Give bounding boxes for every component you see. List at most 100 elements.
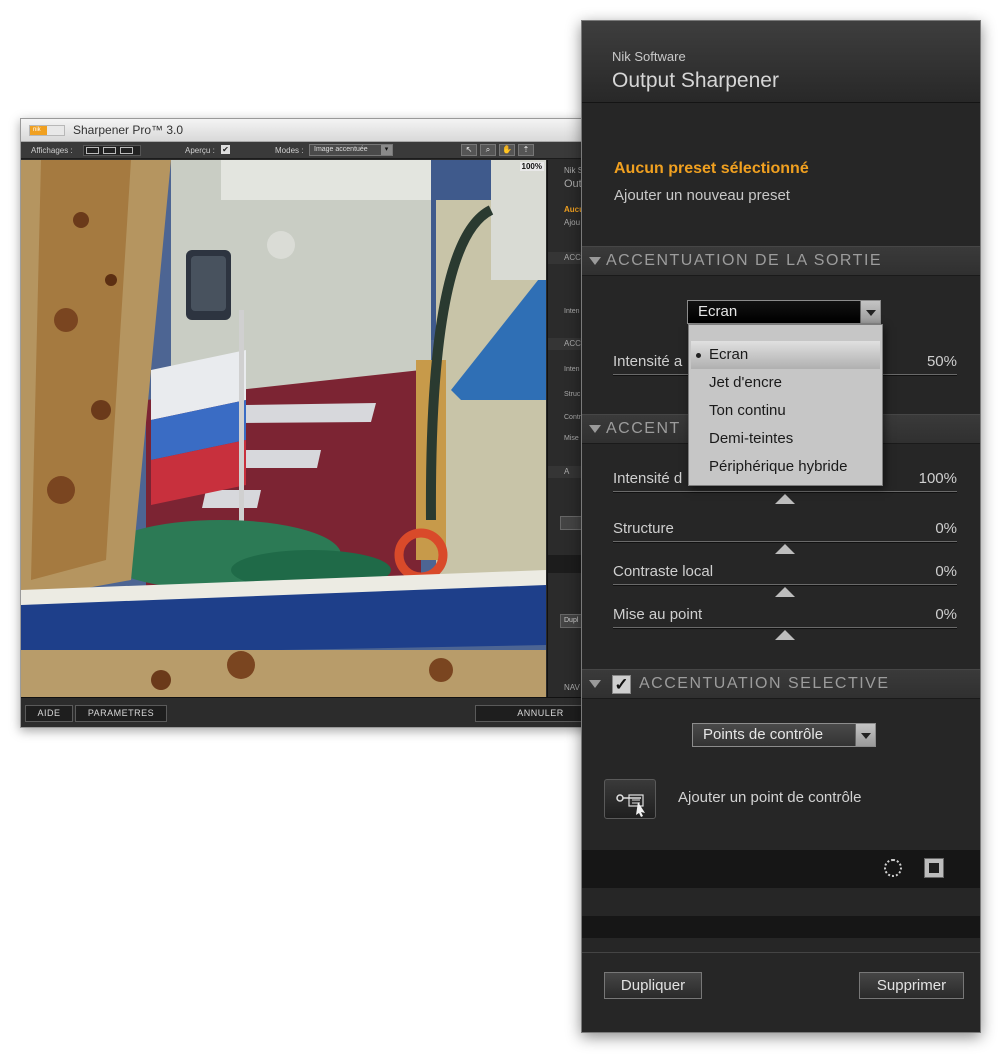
- hand-tool-icon[interactable]: ✋: [499, 144, 515, 156]
- slider-value: 0%: [935, 606, 957, 623]
- section-selective-sharpening[interactable]: ✓ ACCENTUATION SELECTIVE: [582, 669, 980, 699]
- preview-label: Aperçu :: [185, 146, 215, 155]
- slider-value: 100%: [918, 470, 957, 487]
- preset-status[interactable]: Aucun preset sélectionné: [614, 160, 809, 178]
- delete-button[interactable]: Supprimer: [859, 972, 964, 999]
- dotted-circle-icon[interactable]: [884, 859, 902, 877]
- split-view-icon[interactable]: [103, 147, 116, 154]
- list-spacer: [582, 888, 980, 916]
- brand-name: Nik Software: [612, 49, 686, 64]
- peek-section-creative: ACC: [564, 339, 581, 348]
- mode-select[interactable]: Image accentuée ▾: [309, 144, 393, 156]
- chevron-down-icon: ▾: [381, 145, 392, 155]
- slider-thumb[interactable]: [775, 587, 795, 597]
- add-preset-link[interactable]: Ajouter un nouveau preset: [614, 187, 790, 204]
- selective-checkbox[interactable]: ✓: [612, 675, 631, 694]
- section-creative-title: ACCENT: [606, 420, 681, 437]
- section-selective-title: ACCENTUATION SELECTIVE: [639, 675, 890, 692]
- preset-area: Aucun preset sélectionné Ajouter un nouv…: [582, 103, 980, 246]
- slider-thumb[interactable]: [775, 544, 795, 554]
- panel-title: Output Sharpener: [612, 69, 779, 92]
- pointer-tool-icon[interactable]: ↖: [461, 144, 477, 156]
- slider-track[interactable]: [613, 584, 957, 586]
- selected-dot-icon: [696, 353, 701, 358]
- local-contrast-slider[interactable]: Contraste local 0%: [613, 563, 957, 603]
- section-output-title: ACCENTUATION DE LA SORTIE: [606, 252, 883, 269]
- list-row: [582, 916, 980, 938]
- add-control-point-button[interactable]: [604, 779, 656, 819]
- menu-item-jet-d-encre[interactable]: Jet d'encre: [689, 369, 882, 397]
- view-mode-switcher[interactable]: [83, 145, 141, 156]
- panel-header: Nik Software Output Sharpener: [582, 21, 980, 103]
- output-type-value: Ecran: [698, 303, 738, 320]
- structure-slider[interactable]: Structure 0%: [613, 520, 957, 560]
- slider-label: Mise au point: [613, 606, 703, 623]
- nik-logo-icon: nik: [29, 125, 65, 136]
- preview-checkbox[interactable]: ✔: [221, 145, 230, 154]
- single-view-icon[interactable]: [86, 147, 99, 154]
- chevron-down-icon[interactable]: [855, 724, 875, 746]
- boat-photo: [21, 160, 546, 698]
- slider-value: 50%: [926, 353, 957, 370]
- zoom-tool-icon[interactable]: ⌕: [480, 144, 496, 156]
- window-titlebar[interactable]: nik Sharpener Pro™ 3.0: [21, 119, 604, 142]
- bottom-bar: AIDE PARAMETRES ANNULER: [21, 697, 606, 727]
- menu-item-peripherique-hybride[interactable]: Périphérique hybride: [689, 453, 882, 481]
- list-spacer-2: [582, 938, 980, 952]
- peek-add-preset: Ajou: [564, 218, 581, 227]
- slider-track[interactable]: [613, 541, 957, 543]
- peek-section-output: ACC: [564, 253, 581, 262]
- settings-button[interactable]: PARAMETRES: [75, 705, 167, 722]
- control-point-tool-icon: [616, 794, 645, 817]
- slider-track[interactable]: [613, 627, 957, 629]
- peek-intensity: Inten: [564, 308, 580, 315]
- top-toolbar: Affichages : Aperçu : ✔ Modes : Image ac…: [21, 142, 604, 159]
- duplicate-button[interactable]: Dupliquer: [604, 972, 702, 999]
- slider-thumb[interactable]: [775, 494, 795, 504]
- focus-slider[interactable]: Mise au point 0%: [613, 606, 957, 646]
- menu-item-label: Ton continu: [709, 402, 786, 419]
- slider-label: Intensité a: [613, 353, 683, 370]
- menu-item-label: Demi-teintes: [709, 430, 794, 447]
- control-points-value: Points de contrôle: [703, 726, 824, 743]
- footer-divider: [582, 952, 980, 953]
- menu-item-ecran[interactable]: Ecran: [691, 341, 880, 369]
- window-title: Sharpener Pro™ 3.0: [73, 123, 184, 137]
- slider-thumb[interactable]: [775, 630, 795, 640]
- triangle-down-icon[interactable]: [589, 257, 601, 265]
- slider-label: Intensité d: [613, 470, 683, 487]
- mode-select-value: Image accentuée: [314, 146, 368, 153]
- menu-item-demi-teintes[interactable]: Demi-teintes: [689, 425, 882, 453]
- control-points-list: [582, 850, 980, 888]
- menu-item-label: Périphérique hybride: [709, 458, 848, 475]
- chevron-down-icon[interactable]: [860, 301, 880, 323]
- peek-structure: Struc: [564, 391, 581, 398]
- peek-focus: Mise: [564, 435, 579, 442]
- peek-navigator: NAV: [564, 683, 580, 692]
- add-control-point-label[interactable]: Ajouter un point de contrôle: [678, 789, 861, 806]
- slider-value: 0%: [935, 520, 957, 537]
- help-button[interactable]: AIDE: [25, 705, 73, 722]
- menu-item-label: Jet d'encre: [709, 374, 782, 391]
- triangle-down-icon[interactable]: [589, 680, 601, 688]
- views-label: Affichages :: [31, 146, 73, 155]
- side-by-side-view-icon[interactable]: [120, 147, 133, 154]
- triangle-down-icon[interactable]: [589, 425, 601, 433]
- logo-text: nik: [33, 127, 41, 133]
- menu-item-ton-continu[interactable]: Ton continu: [689, 397, 882, 425]
- peek-intensity-2: Inten: [564, 366, 580, 373]
- zoom-level-badge[interactable]: 100%: [519, 162, 544, 171]
- slider-value: 0%: [935, 563, 957, 580]
- mask-square-icon[interactable]: [924, 858, 944, 878]
- slider-label: Structure: [613, 520, 674, 537]
- menu-item-label: Ecran: [709, 346, 749, 363]
- peek-section-selective: A: [564, 467, 570, 476]
- control-points-dropdown[interactable]: Points de contrôle: [692, 723, 876, 747]
- output-type-dropdown[interactable]: Ecran: [687, 300, 881, 324]
- image-preview[interactable]: 100%: [21, 160, 546, 698]
- sharpener-pro-window: nik Sharpener Pro™ 3.0 Affichages : Aper…: [20, 118, 606, 728]
- pin-tool-icon[interactable]: ⇡: [518, 144, 534, 156]
- slider-track[interactable]: [613, 491, 957, 493]
- modes-label: Modes :: [275, 146, 304, 155]
- section-output-sharpening[interactable]: ACCENTUATION DE LA SORTIE: [582, 246, 980, 276]
